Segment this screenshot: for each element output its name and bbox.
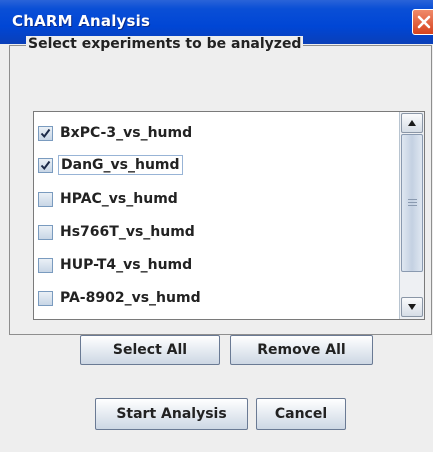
experiments-list[interactable]: BxPC-3_vs_humd DanG_vs_humd HPAC_vs_humd… — [33, 111, 425, 320]
experiment-label: DanG_vs_humd — [58, 155, 183, 175]
experiment-checkbox[interactable] — [38, 257, 53, 273]
scroll-up-button[interactable] — [401, 113, 423, 133]
list-item[interactable]: HPAC_vs_humd — [38, 188, 180, 210]
window-title: ChARM Analysis — [12, 12, 151, 30]
thumb-grip — [408, 202, 417, 203]
experiment-label: BxPC-3_vs_humd — [60, 125, 193, 141]
close-icon — [417, 15, 431, 29]
vertical-scrollbar[interactable] — [399, 112, 424, 319]
group-title: Select experiments to be analyzed — [26, 36, 304, 52]
arrow-up-icon — [408, 120, 416, 126]
experiment-checkbox[interactable] — [38, 157, 53, 173]
experiment-label: HPAC_vs_humd — [60, 191, 178, 207]
cancel-button[interactable]: Cancel — [256, 398, 346, 430]
list-item[interactable]: HUP-T4_vs_humd — [38, 254, 194, 276]
list-item[interactable]: DanG_vs_humd — [38, 154, 183, 176]
experiment-label: PA-8902_vs_humd — [60, 290, 201, 306]
scroll-down-button[interactable] — [401, 297, 423, 317]
check-icon — [40, 128, 51, 138]
start-analysis-button[interactable]: Start Analysis — [95, 398, 248, 430]
thumb-grip — [408, 199, 417, 200]
select-all-button[interactable]: Select All — [80, 335, 220, 365]
close-button[interactable] — [412, 9, 433, 35]
experiment-checkbox[interactable] — [38, 125, 53, 141]
experiment-label: HUP-T4_vs_humd — [60, 257, 193, 273]
experiment-checkbox[interactable] — [38, 191, 53, 207]
list-item[interactable]: Hs766T_vs_humd — [38, 221, 197, 243]
check-icon — [40, 160, 51, 170]
experiment-checkbox[interactable] — [38, 224, 53, 240]
remove-all-button[interactable]: Remove All — [230, 335, 373, 365]
list-item[interactable]: PA-8902_vs_humd — [38, 287, 203, 309]
scroll-thumb[interactable] — [401, 134, 423, 272]
thumb-grip — [408, 205, 417, 206]
experiment-checkbox[interactable] — [38, 290, 53, 306]
arrow-down-icon — [408, 304, 416, 310]
experiment-label: Hs766T_vs_humd — [60, 224, 195, 240]
list-item[interactable]: BxPC-3_vs_humd — [38, 122, 194, 144]
